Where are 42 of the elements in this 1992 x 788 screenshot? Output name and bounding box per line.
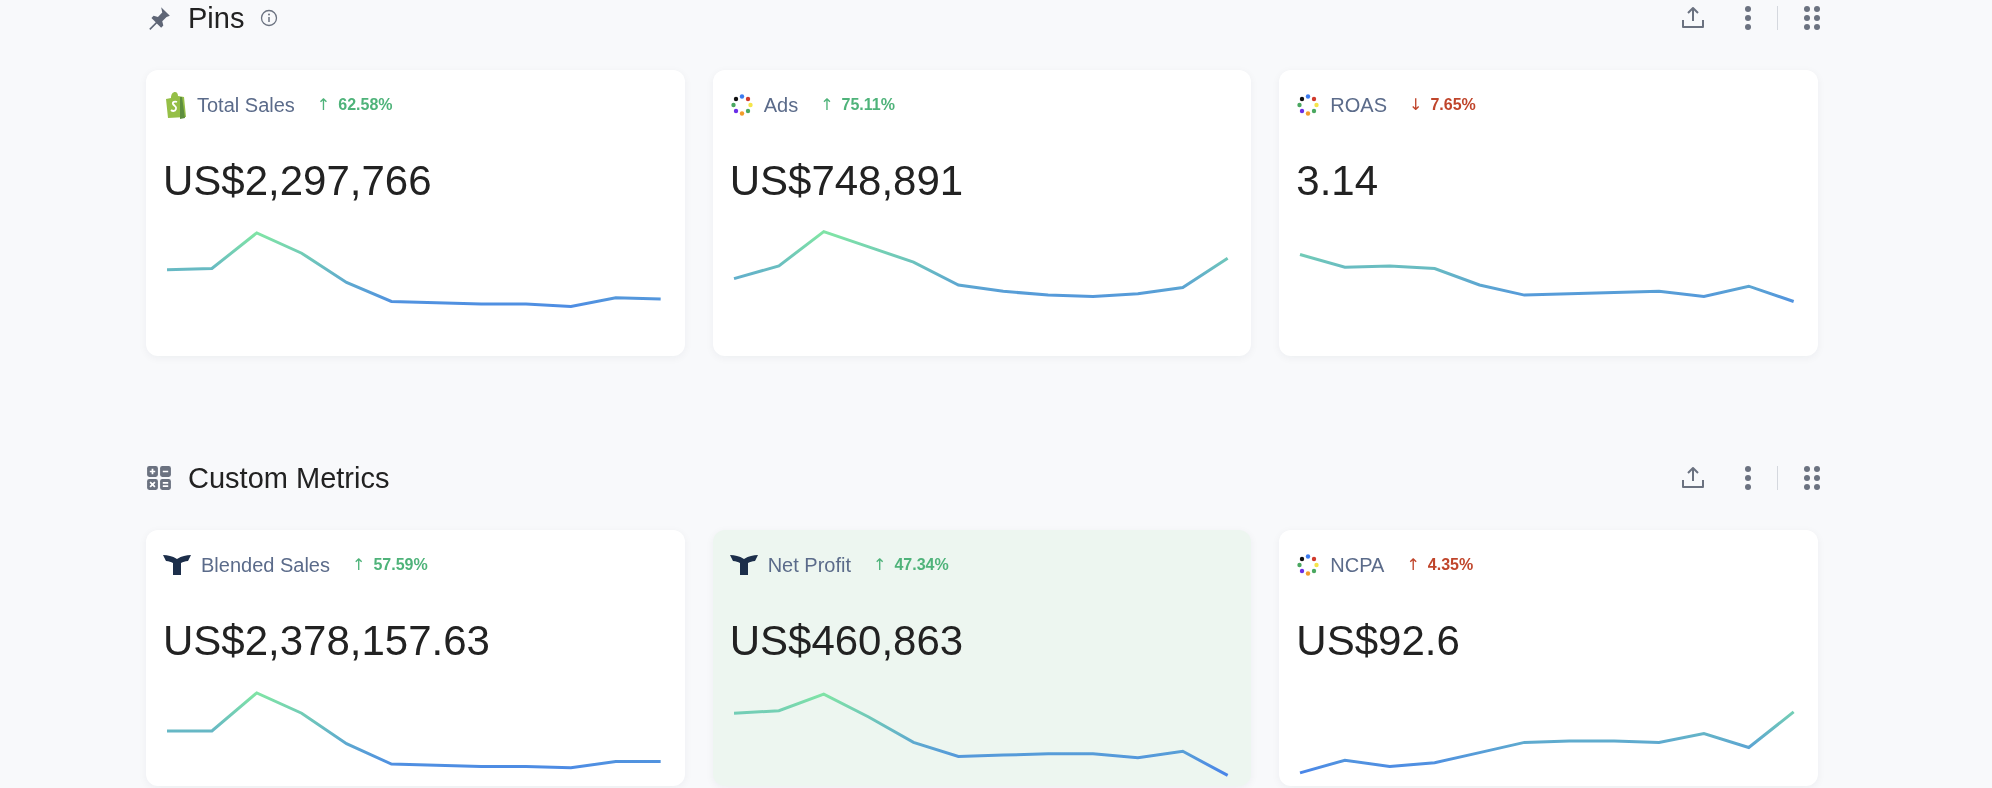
trend-arrow: ↑ (352, 554, 366, 576)
dot-ring-icon (1296, 93, 1321, 117)
percent-change: 4.35% (1427, 555, 1474, 575)
metric-label: Total Sales (197, 93, 295, 118)
trend-arrow: ↑ (1406, 554, 1420, 576)
grip-icon (1802, 4, 1822, 32)
dot-ring-icon (1296, 553, 1321, 577)
metric-value: US$460,863 (729, 620, 965, 662)
trend-arrow: ↑ (316, 94, 331, 116)
dot-ring-icon (729, 93, 754, 117)
metric-label: Blended Sales (201, 553, 330, 578)
metric-label: Ads (763, 93, 799, 118)
whale-tail-icon (729, 554, 758, 576)
metric-value: US$748,891 (729, 160, 965, 202)
metric-value: 3.14 (1296, 160, 1380, 202)
metric-value: US$2,378,157.63 (163, 620, 491, 662)
trend-arrow: ↓ (1409, 94, 1423, 116)
percent-change: 75.11% (841, 95, 895, 115)
grip-icon (1802, 464, 1822, 492)
percent-change: 57.59% (373, 555, 428, 575)
more-options-button[interactable] (1743, 464, 1753, 492)
percent-change: 62.58% (338, 95, 393, 115)
percent-change: 7.65% (1430, 95, 1476, 115)
section-title: Pins (188, 3, 245, 33)
metric-label: ROAS (1330, 93, 1388, 118)
more-options-button[interactable] (1743, 4, 1753, 32)
section-title: Custom Metrics (188, 463, 390, 493)
trend-arrow: ↑ (873, 554, 887, 576)
kebab-menu-icon (1743, 4, 1753, 32)
trend-arrow: ↑ (820, 94, 834, 116)
metric-value: US$92.6 (1296, 620, 1461, 662)
drag-handle[interactable] (1802, 4, 1822, 32)
percent-change: 47.34% (894, 555, 949, 575)
metric-value: US$2,297,766 (163, 160, 433, 202)
drag-handle[interactable] (1802, 464, 1822, 492)
kebab-menu-icon (1743, 464, 1753, 492)
metric-label: NCPA (1330, 553, 1385, 578)
shopping-bag-icon (163, 91, 187, 119)
whale-tail-icon (163, 554, 191, 576)
info-icon[interactable] (260, 9, 279, 27)
calculator-icon (146, 465, 172, 491)
metric-label: Net Profit (767, 553, 852, 578)
